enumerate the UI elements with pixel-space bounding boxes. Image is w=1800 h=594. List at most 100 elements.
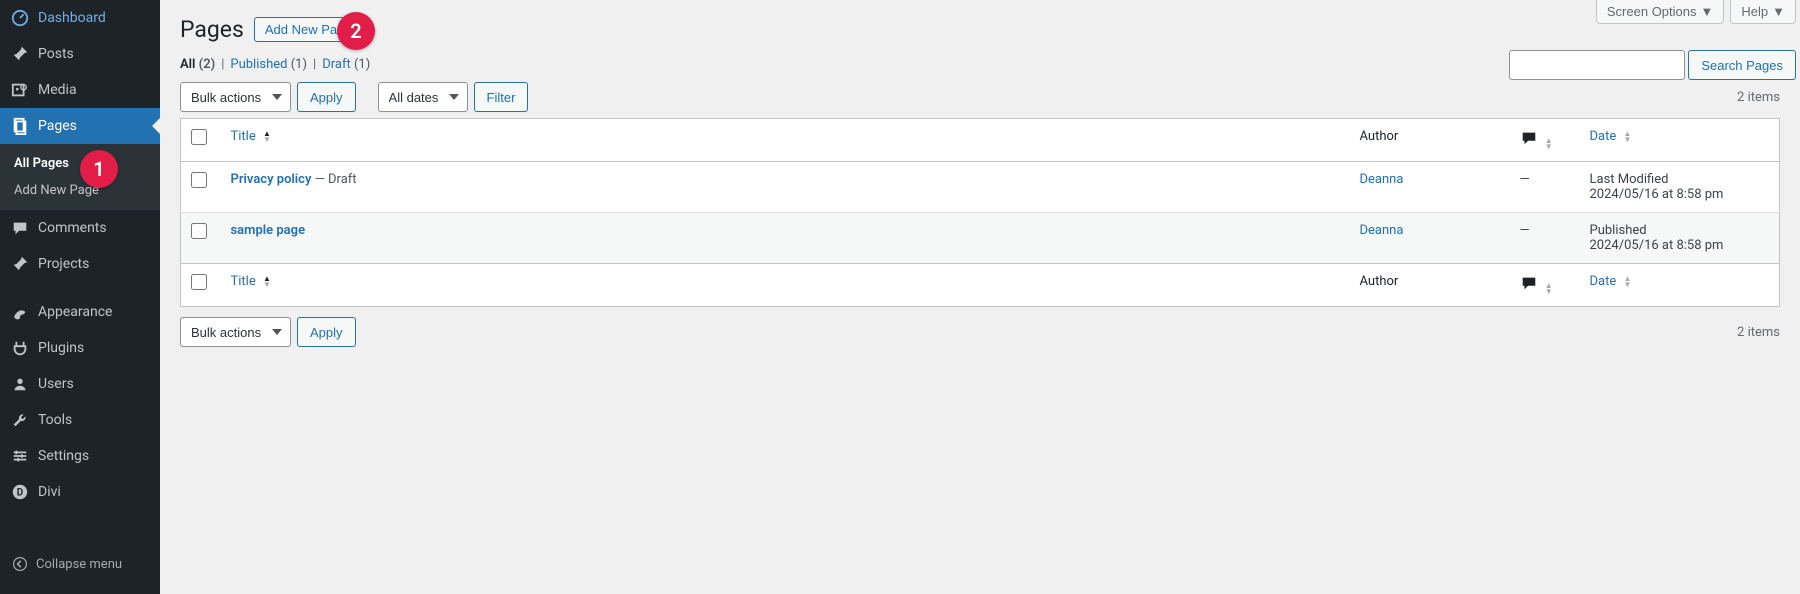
sidebar-subitem-add-new-page[interactable]: Add New Page [0,177,160,204]
row-status-suffix: — Draft [311,172,356,187]
comment-icon [1520,136,1538,151]
apply-bulk-button[interactable]: Apply [297,82,356,112]
search-pages-button[interactable]: Search Pages [1688,50,1796,80]
collapse-menu-button[interactable]: Collapse menu [0,546,160,582]
filter-published[interactable]: Published (1) [230,57,307,72]
filter-published-label: Published [230,57,287,72]
sidebar-label: Divi [38,484,61,500]
sidebar-submenu-pages: All Pages Add New Page [0,144,160,210]
sidebar-item-plugins[interactable]: Plugins [0,330,160,366]
sidebar-item-dashboard[interactable]: Dashboard [0,0,160,36]
column-author: Author [1350,119,1510,162]
table-row: Privacy policy — Draft Deanna — Last Mod… [181,162,1780,213]
main-content: Screen Options ▼ Help ▼ Pages Add New Pa… [160,0,1800,367]
table-header-row: Title ▲▼ Author ▲▼ Date ▲▼ [181,119,1780,162]
sidebar-label: Posts [38,46,74,62]
table-row: sample page Deanna — Published 2024/05/1… [181,213,1780,264]
select-all-checkbox[interactable] [191,129,207,145]
screen-options-button[interactable]: Screen Options ▼ [1596,0,1724,24]
column-comments[interactable]: ▲▼ [1510,264,1580,307]
sidebar-label: Plugins [38,340,84,356]
row-checkbox[interactable] [191,223,207,239]
column-title[interactable]: Title ▲▼ [221,264,1350,307]
item-count-bottom: 2 items [1737,325,1780,340]
sort-icon: ▲▼ [1623,131,1631,143]
row-title-link[interactable]: Privacy policy [231,172,312,187]
sidebar-label: Pages [38,118,77,134]
filter-button[interactable]: Filter [474,82,529,112]
date-filter-select[interactable]: All dates [378,82,468,112]
sidebar-label: Settings [38,448,89,464]
users-icon [10,374,30,394]
annotation-badge-1: 1 [80,150,118,188]
row-author-link[interactable]: Deanna [1360,172,1404,187]
sidebar-item-appearance[interactable]: Appearance [0,294,160,330]
row-comments: — [1510,162,1580,213]
sidebar-item-settings[interactable]: Settings [0,438,160,474]
dashboard-icon [10,8,30,28]
row-date-status: Last Modified [1590,172,1770,187]
separator: | [221,57,224,72]
chevron-down-icon: ▼ [1772,4,1785,19]
sort-icon: ▲▼ [1545,283,1553,295]
filter-draft[interactable]: Draft (1) [322,57,370,72]
column-date[interactable]: Date ▲▼ [1580,264,1780,307]
collapse-label: Collapse menu [36,557,122,572]
row-comments: — [1510,213,1580,264]
sidebar-item-tools[interactable]: Tools [0,402,160,438]
row-checkbox[interactable] [191,172,207,188]
comments-icon [10,218,30,238]
media-icon [10,80,30,100]
sidebar-label: Users [38,376,74,392]
pin-icon [10,44,30,64]
pages-icon [10,116,30,136]
sidebar-item-comments[interactable]: Comments [0,210,160,246]
select-all-checkbox-bottom[interactable] [191,274,207,290]
filter-all-label: All [180,57,195,72]
column-title-label: Title [231,129,256,144]
apply-bulk-button-bottom[interactable]: Apply [297,317,356,347]
sidebar-item-users[interactable]: Users [0,366,160,402]
filter-draft-label: Draft [322,57,351,72]
plugins-icon [10,338,30,358]
chevron-down-icon: ▼ [1701,4,1714,19]
annotation-badge-2: 2 [337,12,375,50]
sidebar-label: Comments [38,220,107,236]
bulk-actions-select[interactable]: Bulk actions [180,82,291,112]
row-title-link[interactable]: sample page [231,223,306,238]
filter-published-count: (1) [291,57,307,72]
sort-icon: ▲▼ [263,276,271,288]
column-author: Author [1350,264,1510,307]
filter-all-count: (2) [199,57,216,72]
pages-table: Title ▲▼ Author ▲▼ Date ▲▼ Privacy polic… [180,118,1780,307]
column-date-label: Date [1590,274,1617,289]
sidebar-item-divi[interactable]: D Divi [0,474,160,510]
comment-icon [1520,281,1538,296]
filter-draft-count: (1) [354,57,370,72]
admin-sidebar: Dashboard Posts Media Pages All Pages Ad… [0,0,160,594]
sidebar-label: Tools [38,412,72,428]
sidebar-item-projects[interactable]: Projects [0,246,160,282]
table-footer-row: Title ▲▼ Author ▲▼ Date ▲▼ [181,264,1780,307]
bulk-actions-select-bottom[interactable]: Bulk actions [180,317,291,347]
row-date: Published 2024/05/16 at 8:58 pm [1580,213,1780,264]
tools-icon [10,410,30,430]
column-title[interactable]: Title ▲▼ [221,119,1350,162]
sidebar-item-pages[interactable]: Pages [0,108,160,144]
filter-all[interactable]: All (2) [180,57,215,72]
help-button[interactable]: Help ▼ [1730,0,1796,24]
tablenav-bottom: Bulk actions Apply 2 items [180,317,1780,347]
row-date-status: Published [1590,223,1770,238]
tablenav-top: Bulk actions Apply All dates Filter 2 it… [180,82,1780,112]
column-date-label: Date [1590,129,1617,144]
sort-icon: ▲▼ [1623,276,1631,288]
column-date[interactable]: Date ▲▼ [1580,119,1780,162]
row-author-link[interactable]: Deanna [1360,223,1404,238]
sidebar-label: Projects [38,256,89,272]
column-comments[interactable]: ▲▼ [1510,119,1580,162]
help-label: Help [1741,4,1768,19]
search-input[interactable] [1509,50,1685,80]
sidebar-item-posts[interactable]: Posts [0,36,160,72]
sidebar-item-media[interactable]: Media [0,72,160,108]
item-count-top: 2 items [1737,90,1780,105]
